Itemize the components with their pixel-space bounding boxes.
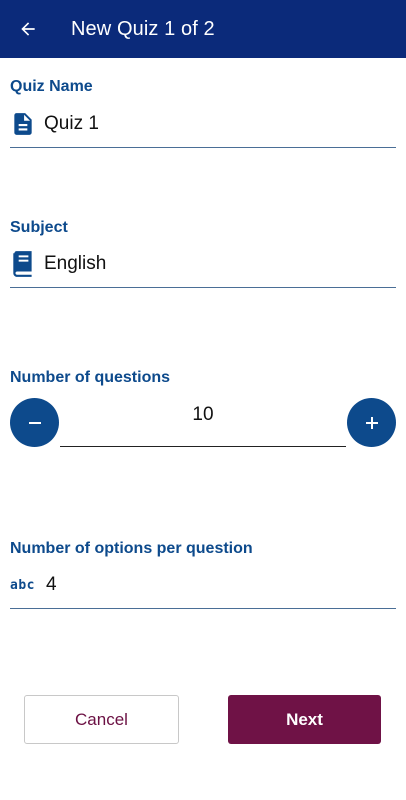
quiz-name-value[interactable]: Quiz 1 [44,113,99,135]
arrow-left-icon [21,22,35,36]
plus-icon [365,416,378,429]
increment-button[interactable] [347,398,396,447]
quiz-name-field[interactable]: Quiz 1 [10,104,396,144]
subject-field[interactable]: English [10,244,396,284]
num-options-label: Number of options per question [10,540,253,557]
quiz-name-label: Quiz Name [10,78,93,95]
minus-icon [28,421,41,424]
abc-icon: abc [10,577,35,593]
quiz-name-underline [10,147,396,148]
num-options-underline [10,608,396,609]
num-options-field[interactable]: abc 4 [10,565,396,605]
cancel-button[interactable]: Cancel [24,695,179,744]
app-bar: New Quiz 1 of 2 [0,0,406,58]
back-button[interactable] [0,0,56,58]
num-questions-label: Number of questions [10,369,171,386]
page-title: New Quiz 1 of 2 [71,17,215,40]
next-button[interactable]: Next [228,695,381,744]
subject-label: Subject [10,219,68,236]
num-options-value[interactable]: 4 [46,574,57,596]
document-icon [14,113,32,135]
subject-underline [10,287,396,288]
num-questions-underline [60,446,346,447]
book-icon [13,251,32,277]
num-questions-value[interactable]: 10 [60,404,346,426]
decrement-button[interactable] [10,398,59,447]
subject-value[interactable]: English [44,253,106,275]
